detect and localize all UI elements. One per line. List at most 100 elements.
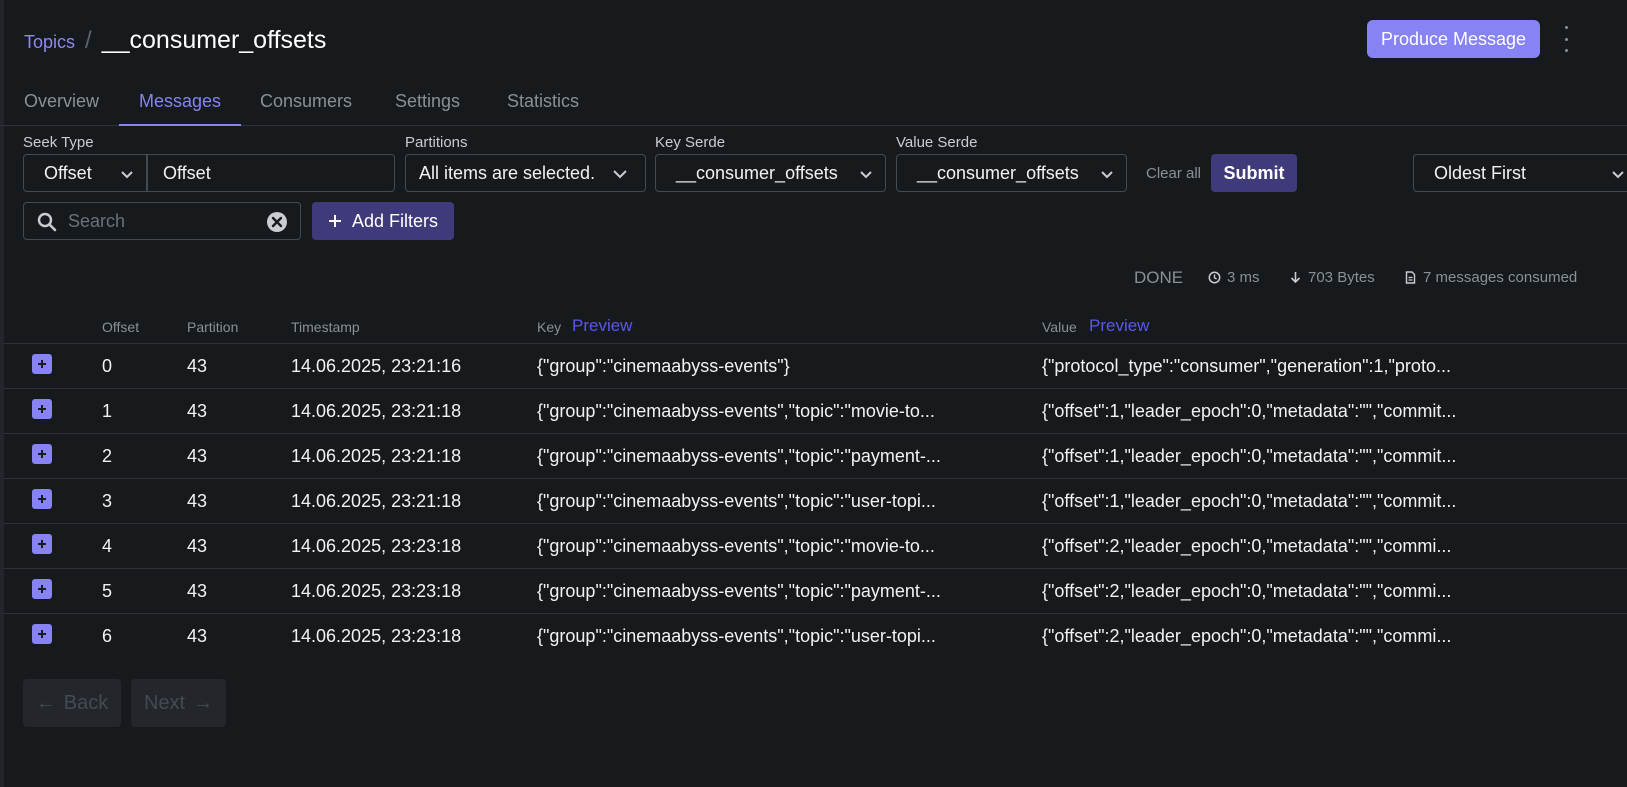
tab-statistics[interactable]: Statistics xyxy=(507,78,579,126)
key-serde-label: Key Serde xyxy=(655,134,726,151)
tab-consumers[interactable]: Consumers xyxy=(260,78,352,126)
cell-timestamp: 14.06.2025, 23:23:18 xyxy=(291,581,462,601)
table-body: 0 43 14.06.2025, 23:21:16 {"group":"cinemaa… xyxy=(4,344,1627,659)
value-serde-label: Value Serde xyxy=(896,134,978,151)
search-input[interactable]: Search xyxy=(23,202,301,240)
next-label: Next xyxy=(143,691,186,714)
chevron-down-icon xyxy=(1101,171,1113,179)
breadcrumb: Topics / __consumer_offsets xyxy=(24,26,326,55)
cell-key: {"group":"cinemaabyss-events","topic":"m… xyxy=(537,536,935,556)
key-preview-link[interactable]: Preview xyxy=(572,316,632,336)
table-row[interactable]: 1 43 14.06.2025, 23:21:18 {"group":"cinemaa… xyxy=(4,389,1627,434)
back-label: Back xyxy=(63,691,109,714)
seek-type-select[interactable]: Offset xyxy=(23,154,147,192)
cell-offset: 4 xyxy=(102,536,113,556)
elapsed-time: 3 ms xyxy=(1208,269,1260,286)
clear-search-icon[interactable] xyxy=(266,211,288,233)
value-serde-select[interactable]: __consumer_offsets xyxy=(896,154,1127,192)
add-filters-button[interactable]: Add Filters xyxy=(312,202,454,240)
tab-overview[interactable]: Overview xyxy=(24,78,99,126)
breadcrumb-separator: / xyxy=(85,27,92,54)
table-row[interactable]: 2 43 14.06.2025, 23:21:18 {"group":"cinemaa… xyxy=(4,434,1627,479)
cell-offset: 5 xyxy=(102,581,113,601)
cell-timestamp: 14.06.2025, 23:21:18 xyxy=(291,401,462,421)
search-icon xyxy=(37,212,57,232)
offset-input[interactable]: Offset xyxy=(147,154,395,192)
tab-messages[interactable]: Messages xyxy=(119,78,242,126)
cell-partition: 43 xyxy=(187,626,208,646)
expand-row-icon[interactable] xyxy=(32,444,52,464)
expand-row-icon[interactable] xyxy=(32,579,52,599)
tab-settings[interactable]: Settings xyxy=(395,78,460,126)
table-row[interactable]: 6 43 14.06.2025, 23:23:18 {"group":"cinemaa… xyxy=(4,614,1627,659)
key-serde-select[interactable]: __consumer_offsets xyxy=(655,154,886,192)
expand-row-icon[interactable] xyxy=(32,399,52,419)
partitions-select[interactable]: All items are selected. xyxy=(405,154,646,192)
breadcrumb-topics-link[interactable]: Topics xyxy=(24,32,75,53)
key-serde-value: __consumer_offsets xyxy=(676,162,838,183)
cell-offset: 6 xyxy=(102,626,113,646)
bytes-consumed-value: 703 Bytes xyxy=(1308,269,1375,286)
next-button[interactable]: Next → xyxy=(131,679,226,727)
cell-partition: 43 xyxy=(187,491,208,511)
cell-key: {"group":"cinemaabyss-events","topic":"p… xyxy=(537,581,941,601)
value-serde-value: __consumer_offsets xyxy=(917,162,1079,183)
cell-timestamp: 14.06.2025, 23:23:18 xyxy=(291,626,462,646)
cell-value: {"offset":1,"leader_epoch":0,"metadata":… xyxy=(1042,401,1457,421)
cell-key: {"group":"cinemaabyss-events"} xyxy=(537,356,790,376)
header-partition: Partition xyxy=(187,319,239,335)
expand-row-icon[interactable] xyxy=(32,624,52,644)
expand-row-icon[interactable] xyxy=(32,489,52,509)
expand-row-icon[interactable] xyxy=(32,354,52,374)
more-options-icon[interactable] xyxy=(1562,26,1570,52)
clear-all-link[interactable]: Clear all xyxy=(1146,165,1201,182)
sort-order-value: Oldest First xyxy=(1434,162,1527,183)
back-button[interactable]: ← Back xyxy=(23,679,121,727)
value-preview-link[interactable]: Preview xyxy=(1089,316,1149,336)
cell-partition: 43 xyxy=(187,581,208,601)
add-filters-label: Add Filters xyxy=(351,210,439,231)
produce-message-button[interactable]: Produce Message xyxy=(1367,20,1540,58)
cell-timestamp: 14.06.2025, 23:21:18 xyxy=(291,491,462,511)
header-offset: Offset xyxy=(102,319,140,335)
page-title: __consumer_offsets xyxy=(101,26,327,54)
seek-type-label: Seek Type xyxy=(23,134,94,151)
messages-consumed-value: 7 messages consumed xyxy=(1423,269,1578,286)
cell-value: {"offset":1,"leader_epoch":0,"metadata":… xyxy=(1042,491,1457,511)
table-header: Offset Partition Timestamp Key Preview V… xyxy=(4,312,1627,344)
cell-offset: 3 xyxy=(102,491,113,511)
cell-timestamp: 14.06.2025, 23:23:18 xyxy=(291,536,462,556)
messages-consumed: 7 messages consumed xyxy=(1404,269,1577,286)
table-row[interactable]: 4 43 14.06.2025, 23:23:18 {"group":"cinemaa… xyxy=(4,524,1627,569)
arrow-left-icon: ← xyxy=(35,691,56,714)
table-row[interactable]: 5 43 14.06.2025, 23:23:18 {"group":"cinemaa… xyxy=(4,569,1627,614)
expand-row-icon[interactable] xyxy=(32,534,52,554)
tab-bar: Overview Messages Consumers Settings Sta… xyxy=(0,78,1627,126)
table-row[interactable]: 3 43 14.06.2025, 23:21:18 {"group":"cinemaa… xyxy=(4,479,1627,524)
cell-value: {"offset":2,"leader_epoch":0,"metadata":… xyxy=(1042,581,1452,601)
cell-partition: 43 xyxy=(187,401,208,421)
header-value: Value xyxy=(1042,319,1077,335)
partitions-label: Partitions xyxy=(405,134,468,151)
cell-value: {"offset":2,"leader_epoch":0,"metadata":… xyxy=(1042,536,1452,556)
table-row[interactable]: 0 43 14.06.2025, 23:21:16 {"group":"cinemaa… xyxy=(4,344,1627,389)
cell-value: {"offset":1,"leader_epoch":0,"metadata":… xyxy=(1042,446,1457,466)
cell-key: {"group":"cinemaabyss-events","topic":"u… xyxy=(537,626,936,646)
cell-key: {"group":"cinemaabyss-events","topic":"u… xyxy=(537,491,936,511)
clock-icon xyxy=(1208,271,1221,284)
seek-type-value: Offset xyxy=(44,162,92,183)
header-key: Key xyxy=(537,319,562,335)
sort-order-select[interactable]: Oldest First xyxy=(1413,154,1627,192)
cell-offset: 2 xyxy=(102,446,113,466)
cell-timestamp: 14.06.2025, 23:21:16 xyxy=(291,356,462,376)
messages-table: Offset Partition Timestamp Key Preview V… xyxy=(4,312,1627,659)
partitions-value: All items are selected. xyxy=(419,162,596,183)
cell-value: {"offset":2,"leader_epoch":0,"metadata":… xyxy=(1042,626,1452,646)
submit-button[interactable]: Submit xyxy=(1211,154,1297,192)
status-text: DONE xyxy=(1134,268,1184,287)
cell-offset: 0 xyxy=(102,356,113,376)
plus-icon xyxy=(328,215,341,227)
bytes-consumed: 703 Bytes xyxy=(1289,269,1375,286)
cell-key: {"group":"cinemaabyss-events","topic":"m… xyxy=(537,401,935,421)
arrow-right-icon: → xyxy=(193,691,214,714)
